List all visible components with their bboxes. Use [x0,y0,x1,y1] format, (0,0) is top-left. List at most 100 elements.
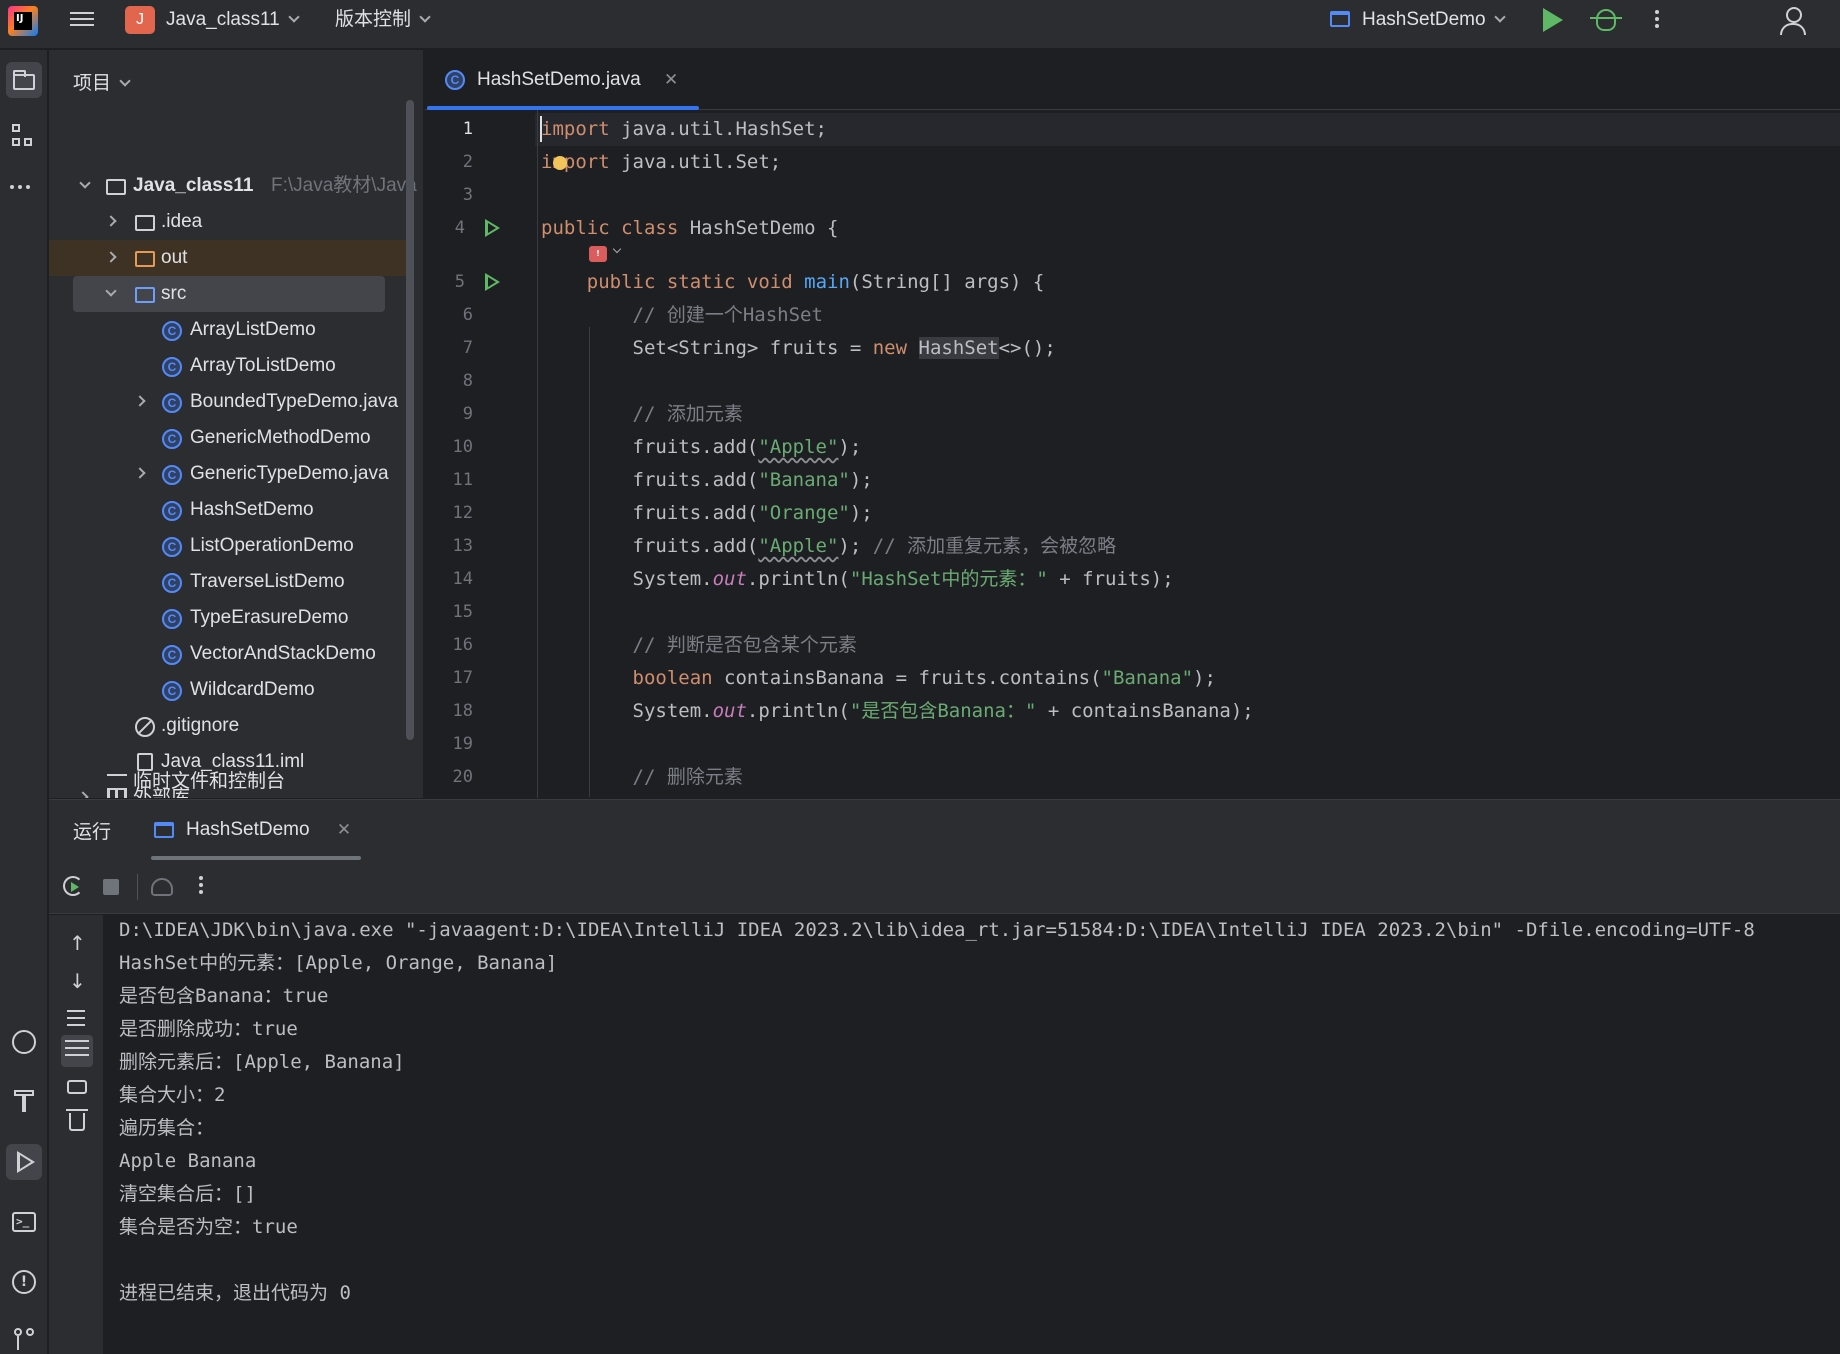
tree-item-scratches[interactable]: 临时文件和控制台 [49,766,409,798]
run-gutter-icon[interactable] [485,273,500,291]
project-selector[interactable]: Java_class11 [166,7,300,33]
project-tool-button[interactable] [6,62,42,98]
debug-icon[interactable] [1590,9,1622,31]
run-tab-label: HashSetDemo [186,819,310,840]
inlay-hint-icon[interactable]: ! [589,246,607,262]
title-bar: IJ J Java_class11 版本控制 HashSetDemo [0,0,1840,49]
tree-item-out[interactable]: out [49,240,409,276]
code-line[interactable]: fruits.add("Banana"); [541,464,873,497]
code-line[interactable]: System.out.println("HashSet中的元素：" + frui… [541,563,1174,596]
build-tool-button[interactable] [6,1084,42,1120]
chevron-right-icon [105,215,117,227]
git-tool-button[interactable] [6,1320,42,1354]
soft-wrap-icon[interactable] [63,1005,89,1029]
code-line[interactable]: fruits.add("Apple"); // 添加重复元素，会被忽略 [541,530,1117,563]
arrow-up-icon[interactable]: ↑ [69,931,86,955]
close-icon[interactable]: ✕ [337,820,351,839]
tree-item-idea[interactable]: .idea [49,204,409,240]
project-panel: 项目 Java_class11 F:\Java教材\Java .idea out… [49,50,424,798]
run-panel-title: 运行 [73,822,112,843]
code-line[interactable]: import java.util.Set; [541,146,781,179]
add-user-icon[interactable] [1780,7,1806,35]
print-icon[interactable] [67,1080,87,1094]
tree-item-class[interactable]: C VectorAndStackDemo [49,636,409,672]
tree-item-class[interactable]: C GenericTypeDemo.java [49,456,409,492]
code-line[interactable]: public static void main(String[] args) { [541,266,1045,299]
folder-icon [13,70,35,90]
line-number: 20 [452,767,473,787]
more-tools-icon[interactable] [10,174,46,210]
toolbar-separator [137,874,138,900]
rerun-icon[interactable] [63,876,83,896]
code-line[interactable]: public class HashSetDemo { [541,212,838,245]
run-gutter-icon[interactable] [485,219,500,237]
code-line[interactable]: import java.util.HashSet; [541,113,827,146]
stop-icon[interactable] [103,879,119,895]
code-line[interactable]: System.out.println("是否包含Banana：" + conta… [541,695,1254,728]
run-icon[interactable] [1543,8,1563,32]
code-line[interactable]: // 判断是否包含某个元素 [541,629,857,662]
console-line: 删除元素后：[Apple, Banana] [119,1051,405,1073]
chevron-down-icon[interactable] [612,244,622,254]
run-toolbar [49,860,1840,914]
main-menu-icon[interactable] [68,8,96,34]
trash-icon[interactable] [66,1109,88,1131]
class-icon: C [162,465,182,485]
tree-item-class[interactable]: C TraverseListDemo [49,564,409,600]
tree-item-class[interactable]: C ListOperationDemo [49,528,409,564]
class-icon: C [162,393,182,413]
line-number: 8 [462,371,473,391]
tree-item-class[interactable]: C HashSetDemo [49,492,409,528]
intellij-logo-icon[interactable]: IJ [8,6,38,36]
more-actions-icon[interactable] [199,873,205,897]
run-config-name: HashSetDemo [1362,9,1486,30]
run-config-selector[interactable]: HashSetDemo [1330,7,1506,33]
code-line[interactable]: Set<String> fruits = new HashSet<>(); [541,332,1056,365]
run-tool-button[interactable] [6,1144,42,1180]
code-line[interactable]: // 创建一个HashSet [541,299,823,332]
code-line[interactable]: fruits.add("Orange"); [541,497,873,530]
terminal-icon: >_ [12,1212,36,1232]
tree-item-class[interactable]: C BoundedTypeDemo.java [49,384,409,420]
tree-item-src[interactable]: src [73,276,385,312]
project-badge[interactable]: J [125,6,155,34]
profiler-icon[interactable] [151,878,173,896]
line-number: 15 [452,602,473,622]
project-scrollbar[interactable] [406,100,414,740]
console-line: Apple Banana [119,1150,257,1172]
close-icon[interactable]: ✕ [664,70,678,89]
console-line: 是否包含Banana：true [119,985,329,1007]
tree-root-java-class11[interactable]: Java_class11 F:\Java教材\Java [49,168,417,204]
code-line[interactable]: // 删除元素 [541,761,743,794]
class-icon: C [445,70,465,90]
editor-tab-bar: C HashSetDemo.java ✕ [425,50,1840,110]
project-panel-header[interactable]: 项目 [73,68,131,95]
chevron-right-icon [134,467,146,479]
code-line[interactable]: fruits.add("Apple"); [541,431,862,464]
scroll-to-end-icon[interactable] [61,1035,93,1067]
tab-hashsetdemo-java[interactable]: C HashSetDemo.java ✕ [445,50,678,110]
terminal-tool-button[interactable]: >_ [6,1204,42,1240]
chevron-down-icon [419,11,431,23]
tree-item-class[interactable]: C ArrayListDemo [49,312,409,348]
structure-tool-button[interactable] [6,120,42,156]
chevron-down-icon [119,75,131,87]
tree-item-class[interactable]: C GenericMethodDemo [49,420,409,456]
left-tool-strip: >_ ! [0,50,48,1354]
more-actions-icon[interactable] [1655,7,1661,31]
tree-item-gitignore[interactable]: .gitignore [49,708,409,744]
console-output[interactable]: D:\IDEA\JDK\bin\java.exe "-javaagent:D:\… [119,914,1839,1354]
intention-bulb-icon[interactable] [553,156,567,170]
tree-item-class[interactable]: C ArrayToListDemo [49,348,409,384]
arrow-down-icon[interactable]: ↓ [69,969,86,993]
tree-item-class[interactable]: C TypeErasureDemo [49,600,409,636]
tab-run-hashsetdemo[interactable]: HashSetDemo ✕ [154,800,351,860]
line-number: 11 [452,470,473,490]
vcs-menu[interactable]: 版本控制 [335,7,431,33]
console-line: 集合是否为空：true [119,1216,298,1238]
code-line[interactable]: // 添加元素 [541,398,743,431]
services-tool-button[interactable] [6,1024,42,1060]
problems-tool-button[interactable]: ! [6,1264,42,1300]
tree-item-class[interactable]: C WildcardDemo [49,672,409,708]
code-line[interactable]: boolean containsBanana = fruits.contains… [541,662,1216,695]
